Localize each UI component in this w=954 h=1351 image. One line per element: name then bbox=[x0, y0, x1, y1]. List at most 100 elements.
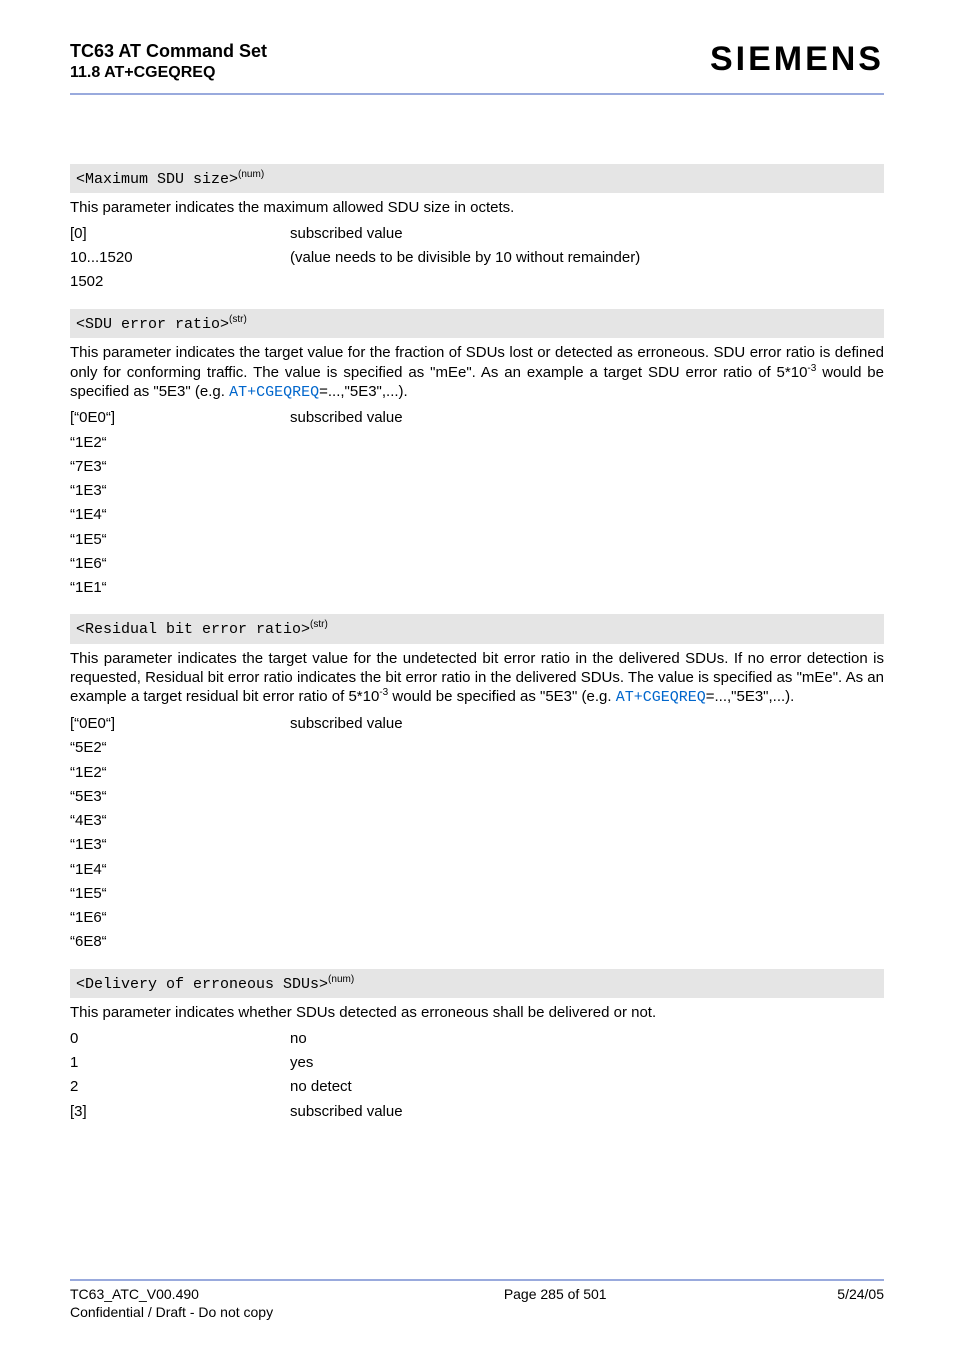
value-key: [0] bbox=[70, 222, 290, 246]
page-header: TC63 AT Command Set 11.8 AT+CGEQREQ SIEM… bbox=[70, 40, 884, 83]
value-desc bbox=[290, 906, 884, 930]
page-content: <Maximum SDU size>(num) This parameter in… bbox=[70, 95, 884, 1279]
footer-date: 5/24/05 bbox=[837, 1285, 884, 1321]
value-desc bbox=[290, 761, 884, 785]
value-key: “5E3“ bbox=[70, 785, 290, 809]
table-row: “1E3“ bbox=[70, 479, 884, 503]
value-key: [3] bbox=[70, 1100, 290, 1124]
value-desc bbox=[290, 503, 884, 527]
table-row: “6E8“ bbox=[70, 930, 884, 954]
param-heading: <Maximum SDU size>(num) bbox=[70, 164, 884, 194]
table-row: 0no bbox=[70, 1027, 884, 1051]
table-row: “5E2“ bbox=[70, 736, 884, 760]
footer-rule bbox=[70, 1279, 884, 1281]
value-desc bbox=[290, 479, 884, 503]
value-desc bbox=[290, 833, 884, 857]
param-value-table: [0]subscribed value10...1520(value needs… bbox=[70, 222, 884, 295]
table-row: 2no detect bbox=[70, 1075, 884, 1099]
value-desc bbox=[290, 528, 884, 552]
table-row: “1E6“ bbox=[70, 552, 884, 576]
param-value-table: 0no1yes2no detect[3]subscribed value bbox=[70, 1027, 884, 1124]
value-key: “1E5“ bbox=[70, 882, 290, 906]
doc-title: TC63 AT Command Set bbox=[70, 40, 267, 63]
value-key: “1E2“ bbox=[70, 761, 290, 785]
header-left: TC63 AT Command Set 11.8 AT+CGEQREQ bbox=[70, 40, 267, 83]
param-heading: <SDU error ratio>(str) bbox=[70, 309, 884, 339]
table-row: “1E6“ bbox=[70, 906, 884, 930]
value-key: “5E2“ bbox=[70, 736, 290, 760]
table-row: “1E3“ bbox=[70, 833, 884, 857]
value-desc: subscribed value bbox=[290, 406, 884, 430]
value-desc: no detect bbox=[290, 1075, 884, 1099]
page-footer: TC63_ATC_V00.490 Confidential / Draft - … bbox=[70, 1285, 884, 1321]
table-row: “4E3“ bbox=[70, 809, 884, 833]
footer-confidential: Confidential / Draft - Do not copy bbox=[70, 1303, 273, 1321]
param-value-table: [“0E0“]subscribed value“1E2““7E3““1E3““1… bbox=[70, 406, 884, 600]
footer-page: Page 285 of 501 bbox=[273, 1285, 837, 1321]
table-row: “1E1“ bbox=[70, 576, 884, 600]
table-row: 1502 bbox=[70, 270, 884, 294]
page-footer-block: TC63_ATC_V00.490 Confidential / Draft - … bbox=[70, 1279, 884, 1321]
table-row: “1E2“ bbox=[70, 431, 884, 455]
value-key: 1502 bbox=[70, 270, 290, 294]
table-row: [0]subscribed value bbox=[70, 222, 884, 246]
value-desc bbox=[290, 882, 884, 906]
footer-doc-id: TC63_ATC_V00.490 bbox=[70, 1285, 273, 1303]
param-value-table: [“0E0“]subscribed value“5E2““1E2““5E3““4… bbox=[70, 712, 884, 955]
table-row: “1E4“ bbox=[70, 503, 884, 527]
value-key: “1E3“ bbox=[70, 833, 290, 857]
value-key: “1E5“ bbox=[70, 528, 290, 552]
param-heading: <Delivery of erroneous SDUs>(num) bbox=[70, 969, 884, 999]
param-heading: <Residual bit error ratio>(str) bbox=[70, 614, 884, 644]
value-key: 0 bbox=[70, 1027, 290, 1051]
footer-left: TC63_ATC_V00.490 Confidential / Draft - … bbox=[70, 1285, 273, 1321]
table-row: “1E5“ bbox=[70, 882, 884, 906]
value-key: 1 bbox=[70, 1051, 290, 1075]
param-description: This parameter indicates whether SDUs de… bbox=[70, 1004, 884, 1023]
table-row: “7E3“ bbox=[70, 455, 884, 479]
table-row: [“0E0“]subscribed value bbox=[70, 406, 884, 430]
param-description: This parameter indicates the target valu… bbox=[70, 344, 884, 402]
param-description: This parameter indicates the maximum all… bbox=[70, 199, 884, 218]
value-key: 2 bbox=[70, 1075, 290, 1099]
value-desc bbox=[290, 785, 884, 809]
value-key: “1E6“ bbox=[70, 552, 290, 576]
value-desc bbox=[290, 270, 884, 294]
brand-logo: SIEMENS bbox=[710, 40, 884, 79]
value-key: [“0E0“] bbox=[70, 406, 290, 430]
value-desc: subscribed value bbox=[290, 1100, 884, 1124]
value-desc bbox=[290, 576, 884, 600]
table-row: [“0E0“]subscribed value bbox=[70, 712, 884, 736]
value-desc bbox=[290, 736, 884, 760]
value-desc bbox=[290, 809, 884, 833]
value-key: “1E3“ bbox=[70, 479, 290, 503]
value-key: “1E4“ bbox=[70, 858, 290, 882]
value-key: “4E3“ bbox=[70, 809, 290, 833]
value-key: “1E4“ bbox=[70, 503, 290, 527]
value-desc bbox=[290, 858, 884, 882]
table-row: “1E4“ bbox=[70, 858, 884, 882]
table-row: “1E5“ bbox=[70, 528, 884, 552]
value-desc bbox=[290, 431, 884, 455]
doc-section: 11.8 AT+CGEQREQ bbox=[70, 63, 267, 83]
value-desc: no bbox=[290, 1027, 884, 1051]
value-key: “7E3“ bbox=[70, 455, 290, 479]
value-key: “1E2“ bbox=[70, 431, 290, 455]
table-row: “1E2“ bbox=[70, 761, 884, 785]
value-key: 10...1520 bbox=[70, 246, 290, 270]
value-desc: subscribed value bbox=[290, 222, 884, 246]
table-row: “5E3“ bbox=[70, 785, 884, 809]
table-row: [3]subscribed value bbox=[70, 1100, 884, 1124]
value-key: “1E1“ bbox=[70, 576, 290, 600]
param-description: This parameter indicates the target valu… bbox=[70, 650, 884, 708]
value-key: [“0E0“] bbox=[70, 712, 290, 736]
table-row: 10...1520(value needs to be divisible by… bbox=[70, 246, 884, 270]
value-desc bbox=[290, 930, 884, 954]
value-desc: subscribed value bbox=[290, 712, 884, 736]
table-row: 1yes bbox=[70, 1051, 884, 1075]
value-desc: yes bbox=[290, 1051, 884, 1075]
value-desc bbox=[290, 455, 884, 479]
value-desc bbox=[290, 552, 884, 576]
value-desc: (value needs to be divisible by 10 witho… bbox=[290, 246, 884, 270]
value-key: “6E8“ bbox=[70, 930, 290, 954]
